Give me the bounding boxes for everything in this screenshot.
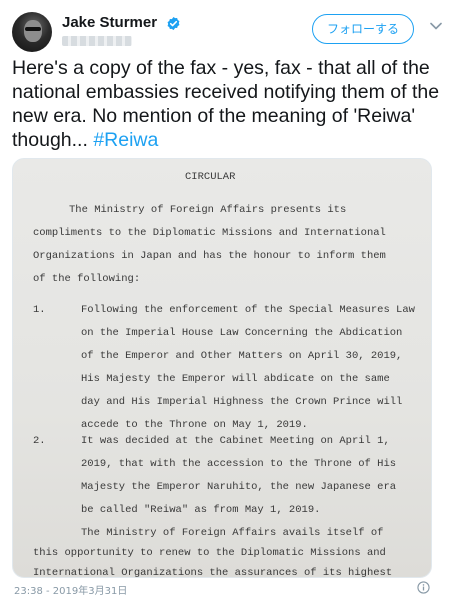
author-display-name[interactable]: Jake Sturmer — [62, 14, 157, 32]
fax-item-line: of the Emperor and Other Matters on Apri… — [81, 350, 403, 362]
fax-item-line: day and His Imperial Highness the Crown … — [81, 396, 403, 408]
fax-item-line: Majesty the Emperor Naruhito, the new Ja… — [81, 481, 397, 493]
author-handle-blurred — [62, 36, 132, 47]
fax-closing-line: International Organizations the assuranc… — [33, 567, 393, 578]
fax-intro-line: of the following: — [33, 273, 141, 285]
fax-item-line: on the Imperial House Law Concerning the… — [81, 327, 403, 339]
avatar[interactable] — [12, 12, 52, 52]
tweet-text: Here's a copy of the fax - yes, fax - th… — [12, 56, 448, 152]
follow-button[interactable]: フォローする — [311, 14, 414, 44]
tweet-header: Jake Sturmer フォローする — [12, 10, 442, 54]
chevron-down-icon[interactable] — [430, 22, 442, 30]
verified-badge-icon — [167, 16, 179, 30]
fax-closing-line: The Ministry of Foreign Affairs avails i… — [81, 527, 384, 539]
fax-heading: CIRCULAR — [185, 171, 236, 183]
fax-item-line: It was decided at the Cabinet Meeting on… — [81, 435, 390, 447]
fax-intro-line: Organizations in Japan and has the honou… — [33, 250, 386, 262]
fax-item-line: be called "Reiwa" as from May 1, 2019. — [81, 504, 321, 516]
fax-item-line: accede to the Throne on May 1, 2019. — [81, 419, 308, 431]
author-name-block[interactable]: Jake Sturmer — [62, 14, 181, 47]
fax-document: CIRCULAR The Ministry of Foreign Affairs… — [13, 159, 431, 577]
tweet-photo[interactable]: CIRCULAR The Ministry of Foreign Affairs… — [12, 158, 432, 578]
fax-item-line: 2019, that with the accession to the Thr… — [81, 458, 397, 470]
fax-intro-line: The Ministry of Foreign Affairs presents… — [69, 204, 347, 216]
fax-item-line: Following the enforcement of the Special… — [81, 304, 415, 316]
tweet-text-main: Here's a copy of the fax - yes, fax - th… — [12, 57, 440, 151]
avatar-glasses — [25, 27, 41, 31]
info-icon[interactable] — [417, 581, 430, 594]
fax-item-number: 2. — [33, 435, 46, 447]
fax-item-number: 1. — [33, 304, 46, 316]
fax-item-line: His Majesty the Emperor will abdicate on… — [81, 373, 390, 385]
tweet-timestamp[interactable]: 23:38 - 2019年3月31日 — [14, 582, 127, 597]
fax-closing-line: this opportunity to renew to the Diploma… — [33, 547, 386, 559]
avatar-face — [24, 20, 42, 42]
fax-intro-line: compliments to the Diplomatic Missions a… — [33, 227, 386, 239]
hashtag-link[interactable]: #Reiwa — [93, 129, 158, 151]
